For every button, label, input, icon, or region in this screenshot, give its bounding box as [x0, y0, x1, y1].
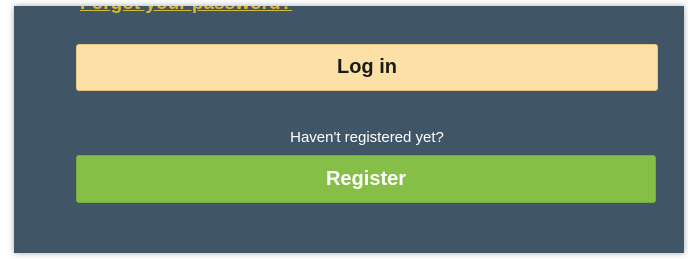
register-prompt-text: Haven't registered yet? — [290, 129, 444, 146]
forgot-password-link[interactable]: Forgot your password? — [80, 6, 292, 15]
login-panel: Forgot your password? Log in Haven't reg… — [14, 6, 684, 253]
register-button[interactable]: Register — [76, 155, 656, 203]
login-button[interactable]: Log in — [76, 44, 658, 91]
